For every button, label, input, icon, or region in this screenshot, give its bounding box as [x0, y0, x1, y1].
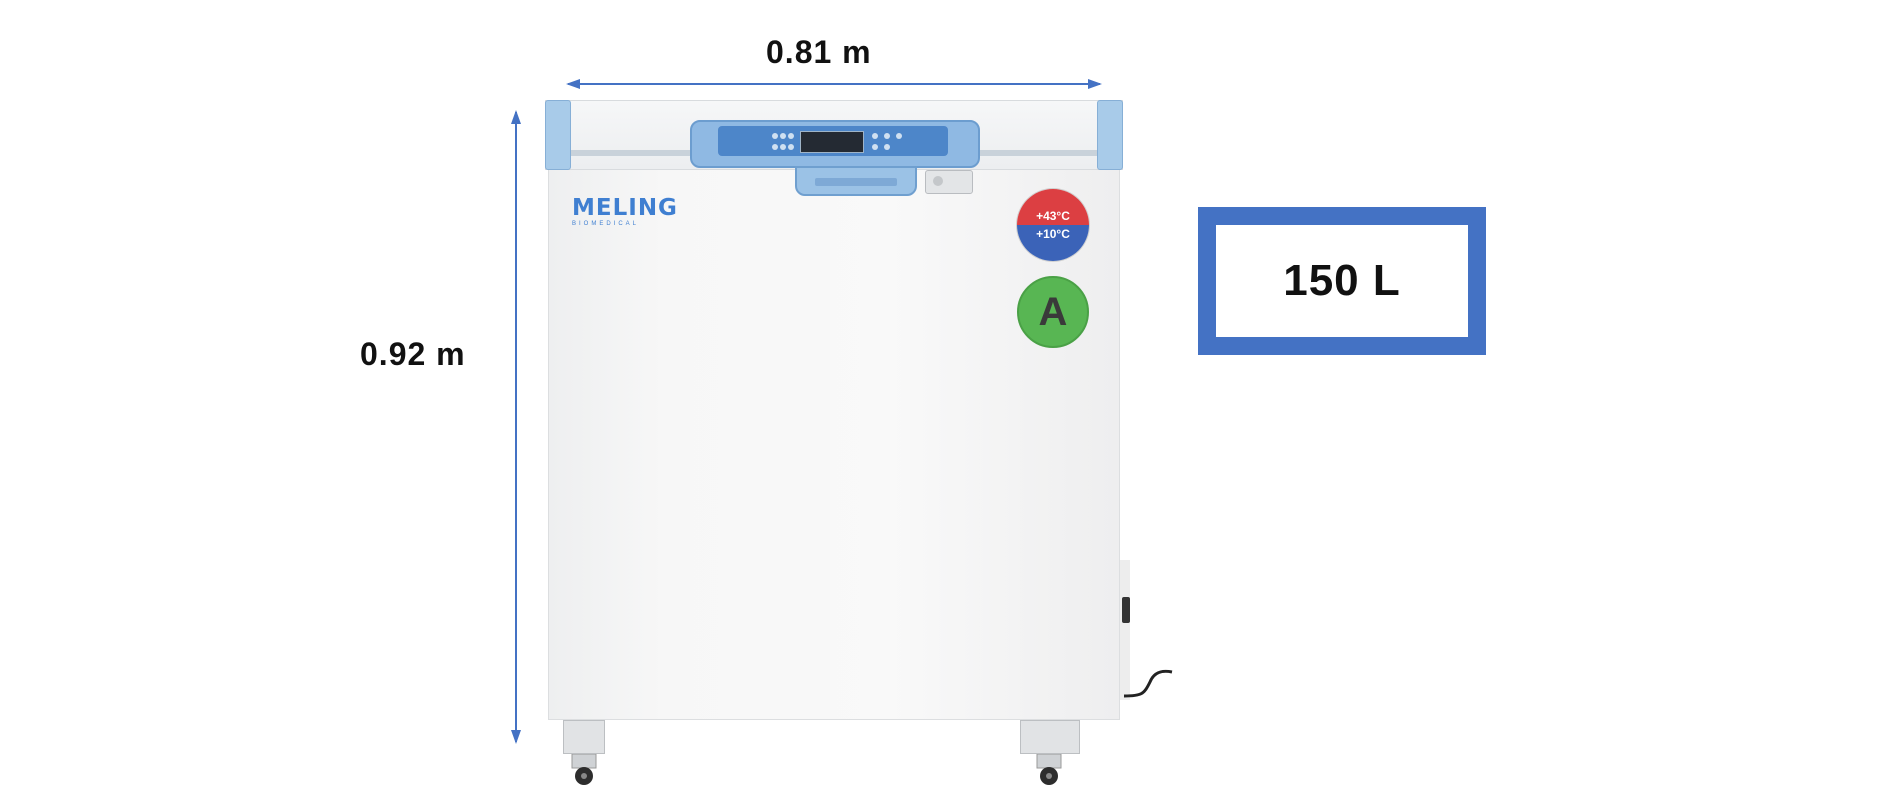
panel-button [872, 133, 878, 139]
brand-logo: MELING BIOMEDICAL [572, 195, 678, 228]
temp-min-label: +10°C [1017, 225, 1089, 261]
capacity-label: 150 L [1283, 256, 1401, 305]
energy-class-badge: A [1017, 276, 1089, 348]
height-dimension-label: 0.92 m [360, 336, 466, 372]
brand-subtitle: BIOMEDICAL [572, 221, 640, 227]
temp-max-label: +43°C [1017, 189, 1089, 225]
panel-button [884, 144, 890, 150]
caster-wheel-icon [571, 754, 597, 785]
panel-button [788, 144, 794, 150]
foot-left [563, 720, 605, 754]
lid-handle-slot [815, 178, 897, 186]
lid-bumper-left [545, 100, 571, 170]
panel-button [896, 133, 902, 139]
brand-name: MELING [572, 195, 678, 221]
power-cord-icon [1123, 669, 1173, 698]
lid-bumper-right [1097, 100, 1123, 170]
panel-button [884, 133, 890, 139]
foot-right [1020, 720, 1080, 754]
capacity-box-inner: 150 L [1216, 225, 1468, 337]
panel-button [772, 133, 778, 139]
temperature-range-badge: +43°C +10°C [1017, 189, 1089, 261]
panel-button [780, 133, 786, 139]
capacity-box: 150 L [1198, 207, 1486, 355]
lock-keyhole-icon [933, 176, 943, 186]
width-dimension-label: 0.81 m [766, 34, 872, 70]
panel-button [780, 144, 786, 150]
side-clip [1122, 597, 1130, 623]
panel-button [872, 144, 878, 150]
panel-button [788, 133, 794, 139]
temperature-display [800, 131, 864, 153]
panel-button [772, 144, 778, 150]
caster-wheel-icon [1036, 754, 1062, 785]
